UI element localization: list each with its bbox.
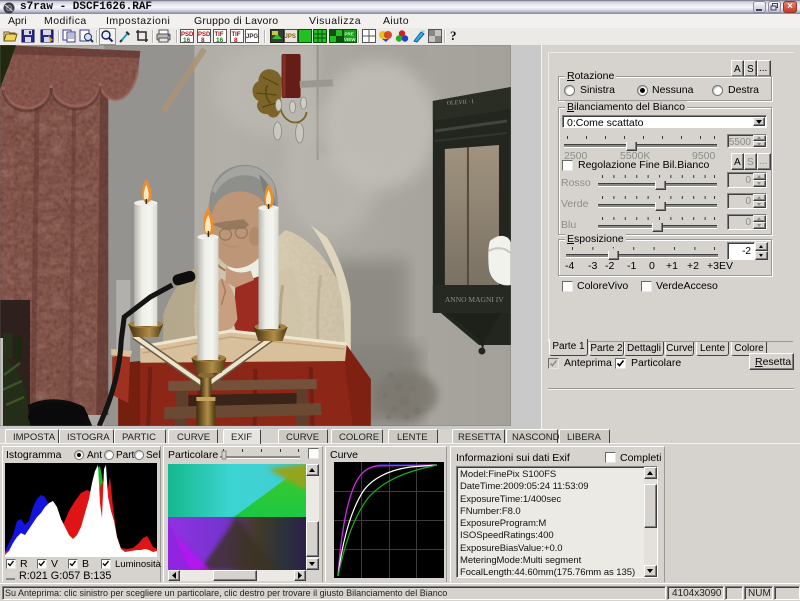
svg-text:VIEW: VIEW [344, 37, 356, 42]
svg-text:JPG: JPG [246, 34, 258, 40]
svg-text:8: 8 [201, 37, 205, 44]
svg-text:16: 16 [216, 37, 224, 44]
svg-text:16: 16 [183, 37, 191, 44]
svg-text:PRE: PRE [345, 32, 354, 37]
svg-text:8: 8 [234, 37, 238, 44]
svg-text:ANNO MAGNI IV: ANNO MAGNI IV [445, 295, 504, 304]
svg-text:?: ? [450, 28, 457, 43]
svg-text:JPS: JPS [285, 34, 296, 40]
